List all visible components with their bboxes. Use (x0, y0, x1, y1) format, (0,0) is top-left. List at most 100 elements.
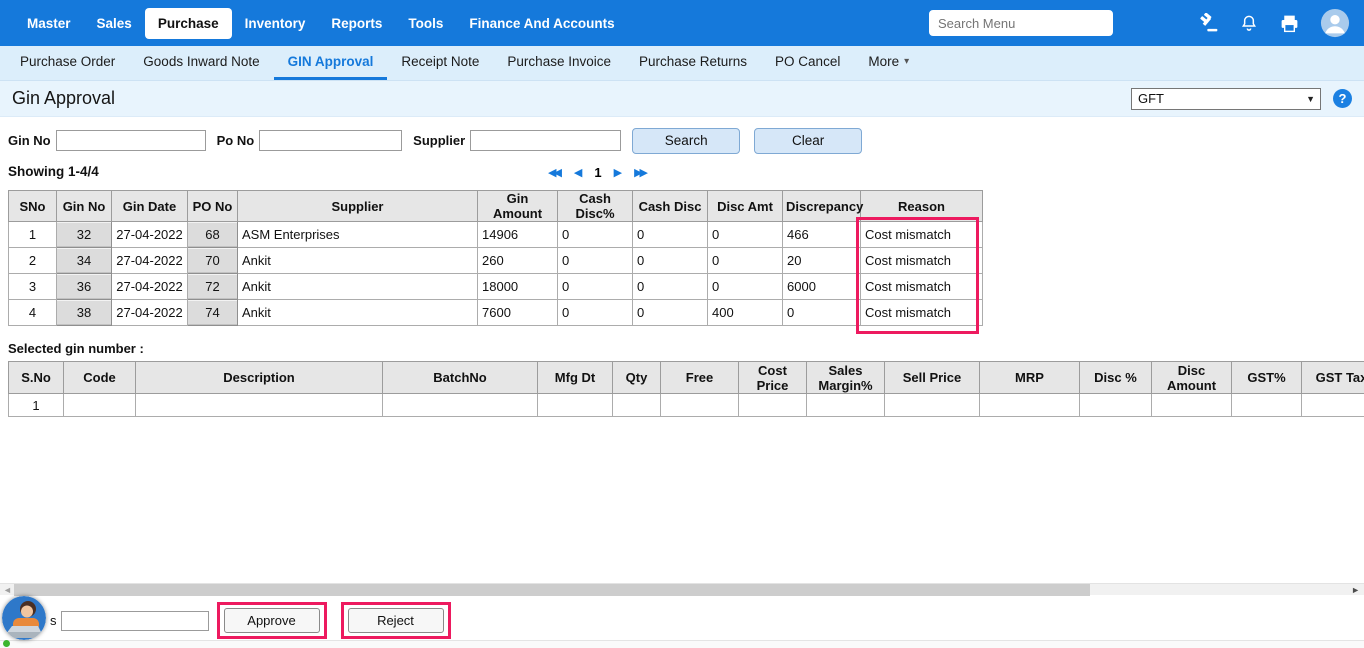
table-cell (1152, 394, 1232, 417)
table-cell[interactable]: Cost mismatch (861, 248, 983, 274)
column-header-qty: Qty (613, 362, 661, 394)
table-row[interactable]: 33627-04-202272Ankit180000006000Cost mis… (9, 274, 983, 300)
table-cell[interactable]: 27-04-2022 (112, 222, 188, 248)
tab-gin-approval[interactable]: GIN Approval (274, 46, 388, 80)
table-cell[interactable]: 4 (9, 300, 57, 326)
table-cell[interactable]: 14906 (478, 222, 558, 248)
table-cell[interactable]: 0 (633, 300, 708, 326)
cell-button[interactable]: 34 (57, 248, 112, 274)
tab-goods-inward-note[interactable]: Goods Inward Note (129, 46, 273, 80)
po-no-input[interactable] (259, 130, 402, 151)
table-cell[interactable]: ASM Enterprises (238, 222, 478, 248)
table-cell[interactable]: 0 (708, 222, 783, 248)
tab-purchase-order[interactable]: Purchase Order (6, 46, 129, 80)
scroll-right-icon[interactable]: ► (1351, 584, 1360, 596)
approve-button[interactable]: Approve (224, 608, 320, 633)
table-cell[interactable]: 0 (558, 300, 633, 326)
last-page-icon[interactable]: ▶▶ (634, 166, 648, 179)
menu-tools[interactable]: Tools (395, 8, 456, 39)
table-cell[interactable]: 20 (783, 248, 861, 274)
table-cell[interactable]: 400 (708, 300, 783, 326)
table-cell[interactable]: 6000 (783, 274, 861, 300)
table-cell[interactable]: Ankit (238, 248, 478, 274)
tab-label: More (868, 54, 899, 69)
column-header-disc-amount: Disc Amount (1152, 362, 1232, 394)
table-cell[interactable]: 0 (558, 248, 633, 274)
table-cell[interactable]: 0 (708, 248, 783, 274)
gavel-icon[interactable] (1199, 13, 1219, 33)
cell-button[interactable]: 72 (188, 274, 238, 300)
scroll-left-icon[interactable]: ◄ (3, 584, 12, 596)
table-cell[interactable]: 0 (783, 300, 861, 326)
horizontal-scrollbar[interactable]: ◄ ► (0, 583, 1364, 595)
table-row[interactable]: 23427-04-202270Ankit26000020Cost mismatc… (9, 248, 983, 274)
tab-more[interactable]: More ▾ (854, 46, 923, 80)
tab-receipt-note[interactable]: Receipt Note (387, 46, 493, 80)
tab-label: Goods Inward Note (143, 54, 259, 69)
table-row[interactable]: 13227-04-202268ASM Enterprises1490600046… (9, 222, 983, 248)
gin-approval-table: SNoGin NoGin DatePO NoSupplierGin Amount… (8, 190, 983, 326)
table-cell[interactable]: 1 (9, 222, 57, 248)
table-cell[interactable]: Cost mismatch (861, 222, 983, 248)
table-cell[interactable]: 0 (558, 274, 633, 300)
table-cell (64, 394, 136, 417)
table-cell[interactable]: 0 (633, 274, 708, 300)
cell-button[interactable]: 32 (57, 222, 112, 248)
tab-po-cancel[interactable]: PO Cancel (761, 46, 854, 80)
table-cell[interactable]: Ankit (238, 300, 478, 326)
clear-button[interactable]: Clear (754, 128, 862, 154)
table-cell[interactable]: 27-04-2022 (112, 248, 188, 274)
table-cell[interactable]: Cost mismatch (861, 300, 983, 326)
tab-label: GIN Approval (288, 54, 374, 69)
table-cell[interactable]: 18000 (478, 274, 558, 300)
printer-icon[interactable] (1279, 13, 1300, 34)
remarks-input[interactable] (61, 611, 209, 631)
table-cell[interactable]: 0 (708, 274, 783, 300)
table-cell[interactable]: Ankit (238, 274, 478, 300)
table-cell[interactable]: 0 (633, 248, 708, 274)
tab-label: PO Cancel (775, 54, 840, 69)
table-cell[interactable]: 27-04-2022 (112, 274, 188, 300)
cell-button[interactable]: 38 (57, 300, 112, 326)
table-cell[interactable]: 260 (478, 248, 558, 274)
table-cell[interactable]: 0 (633, 222, 708, 248)
chat-widget-avatar[interactable] (2, 596, 46, 640)
cell-button[interactable]: 70 (188, 248, 238, 274)
help-icon[interactable]: ? (1333, 89, 1352, 108)
tab-label: Purchase Invoice (507, 54, 611, 69)
cell-button[interactable]: 36 (57, 274, 112, 300)
tab-purchase-invoice[interactable]: Purchase Invoice (493, 46, 625, 80)
table-row[interactable]: 43827-04-202274Ankit7600004000Cost misma… (9, 300, 983, 326)
menu-purchase[interactable]: Purchase (145, 8, 232, 39)
menu-reports[interactable]: Reports (318, 8, 395, 39)
reject-button[interactable]: Reject (348, 608, 444, 633)
cell-button[interactable]: 68 (188, 222, 238, 248)
search-button[interactable]: Search (632, 128, 740, 154)
table-cell[interactable]: 7600 (478, 300, 558, 326)
supplier-input[interactable] (470, 130, 621, 151)
purchase-subnav: Purchase Order Goods Inward Note GIN App… (0, 46, 1364, 81)
prev-page-icon[interactable]: ◀ (574, 166, 582, 179)
table-cell[interactable]: Cost mismatch (861, 274, 983, 300)
cell-button[interactable]: 74 (188, 300, 238, 326)
user-avatar[interactable] (1320, 8, 1350, 38)
menu-inventory[interactable]: Inventory (232, 8, 319, 39)
first-page-icon[interactable]: ◀◀ (548, 166, 562, 179)
table-cell[interactable]: 27-04-2022 (112, 300, 188, 326)
menu-sales[interactable]: Sales (84, 8, 145, 39)
bell-icon[interactable] (1239, 13, 1259, 33)
table-cell[interactable]: 3 (9, 274, 57, 300)
column-header-discrepancy: Discrepancy (783, 191, 861, 222)
menu-search-input[interactable] (929, 10, 1113, 36)
column-header-gin-amount: Gin Amount (478, 191, 558, 222)
next-page-icon[interactable]: ▶ (614, 166, 622, 179)
tab-purchase-returns[interactable]: Purchase Returns (625, 46, 761, 80)
branch-select[interactable]: GFT ▼ (1131, 88, 1321, 110)
scrollbar-thumb[interactable] (14, 584, 1090, 596)
table-cell[interactable]: 2 (9, 248, 57, 274)
menu-finance-and-accounts[interactable]: Finance And Accounts (456, 8, 627, 39)
gin-no-input[interactable] (56, 130, 206, 151)
menu-master[interactable]: Master (14, 8, 84, 39)
table-cell[interactable]: 466 (783, 222, 861, 248)
table-cell[interactable]: 0 (558, 222, 633, 248)
